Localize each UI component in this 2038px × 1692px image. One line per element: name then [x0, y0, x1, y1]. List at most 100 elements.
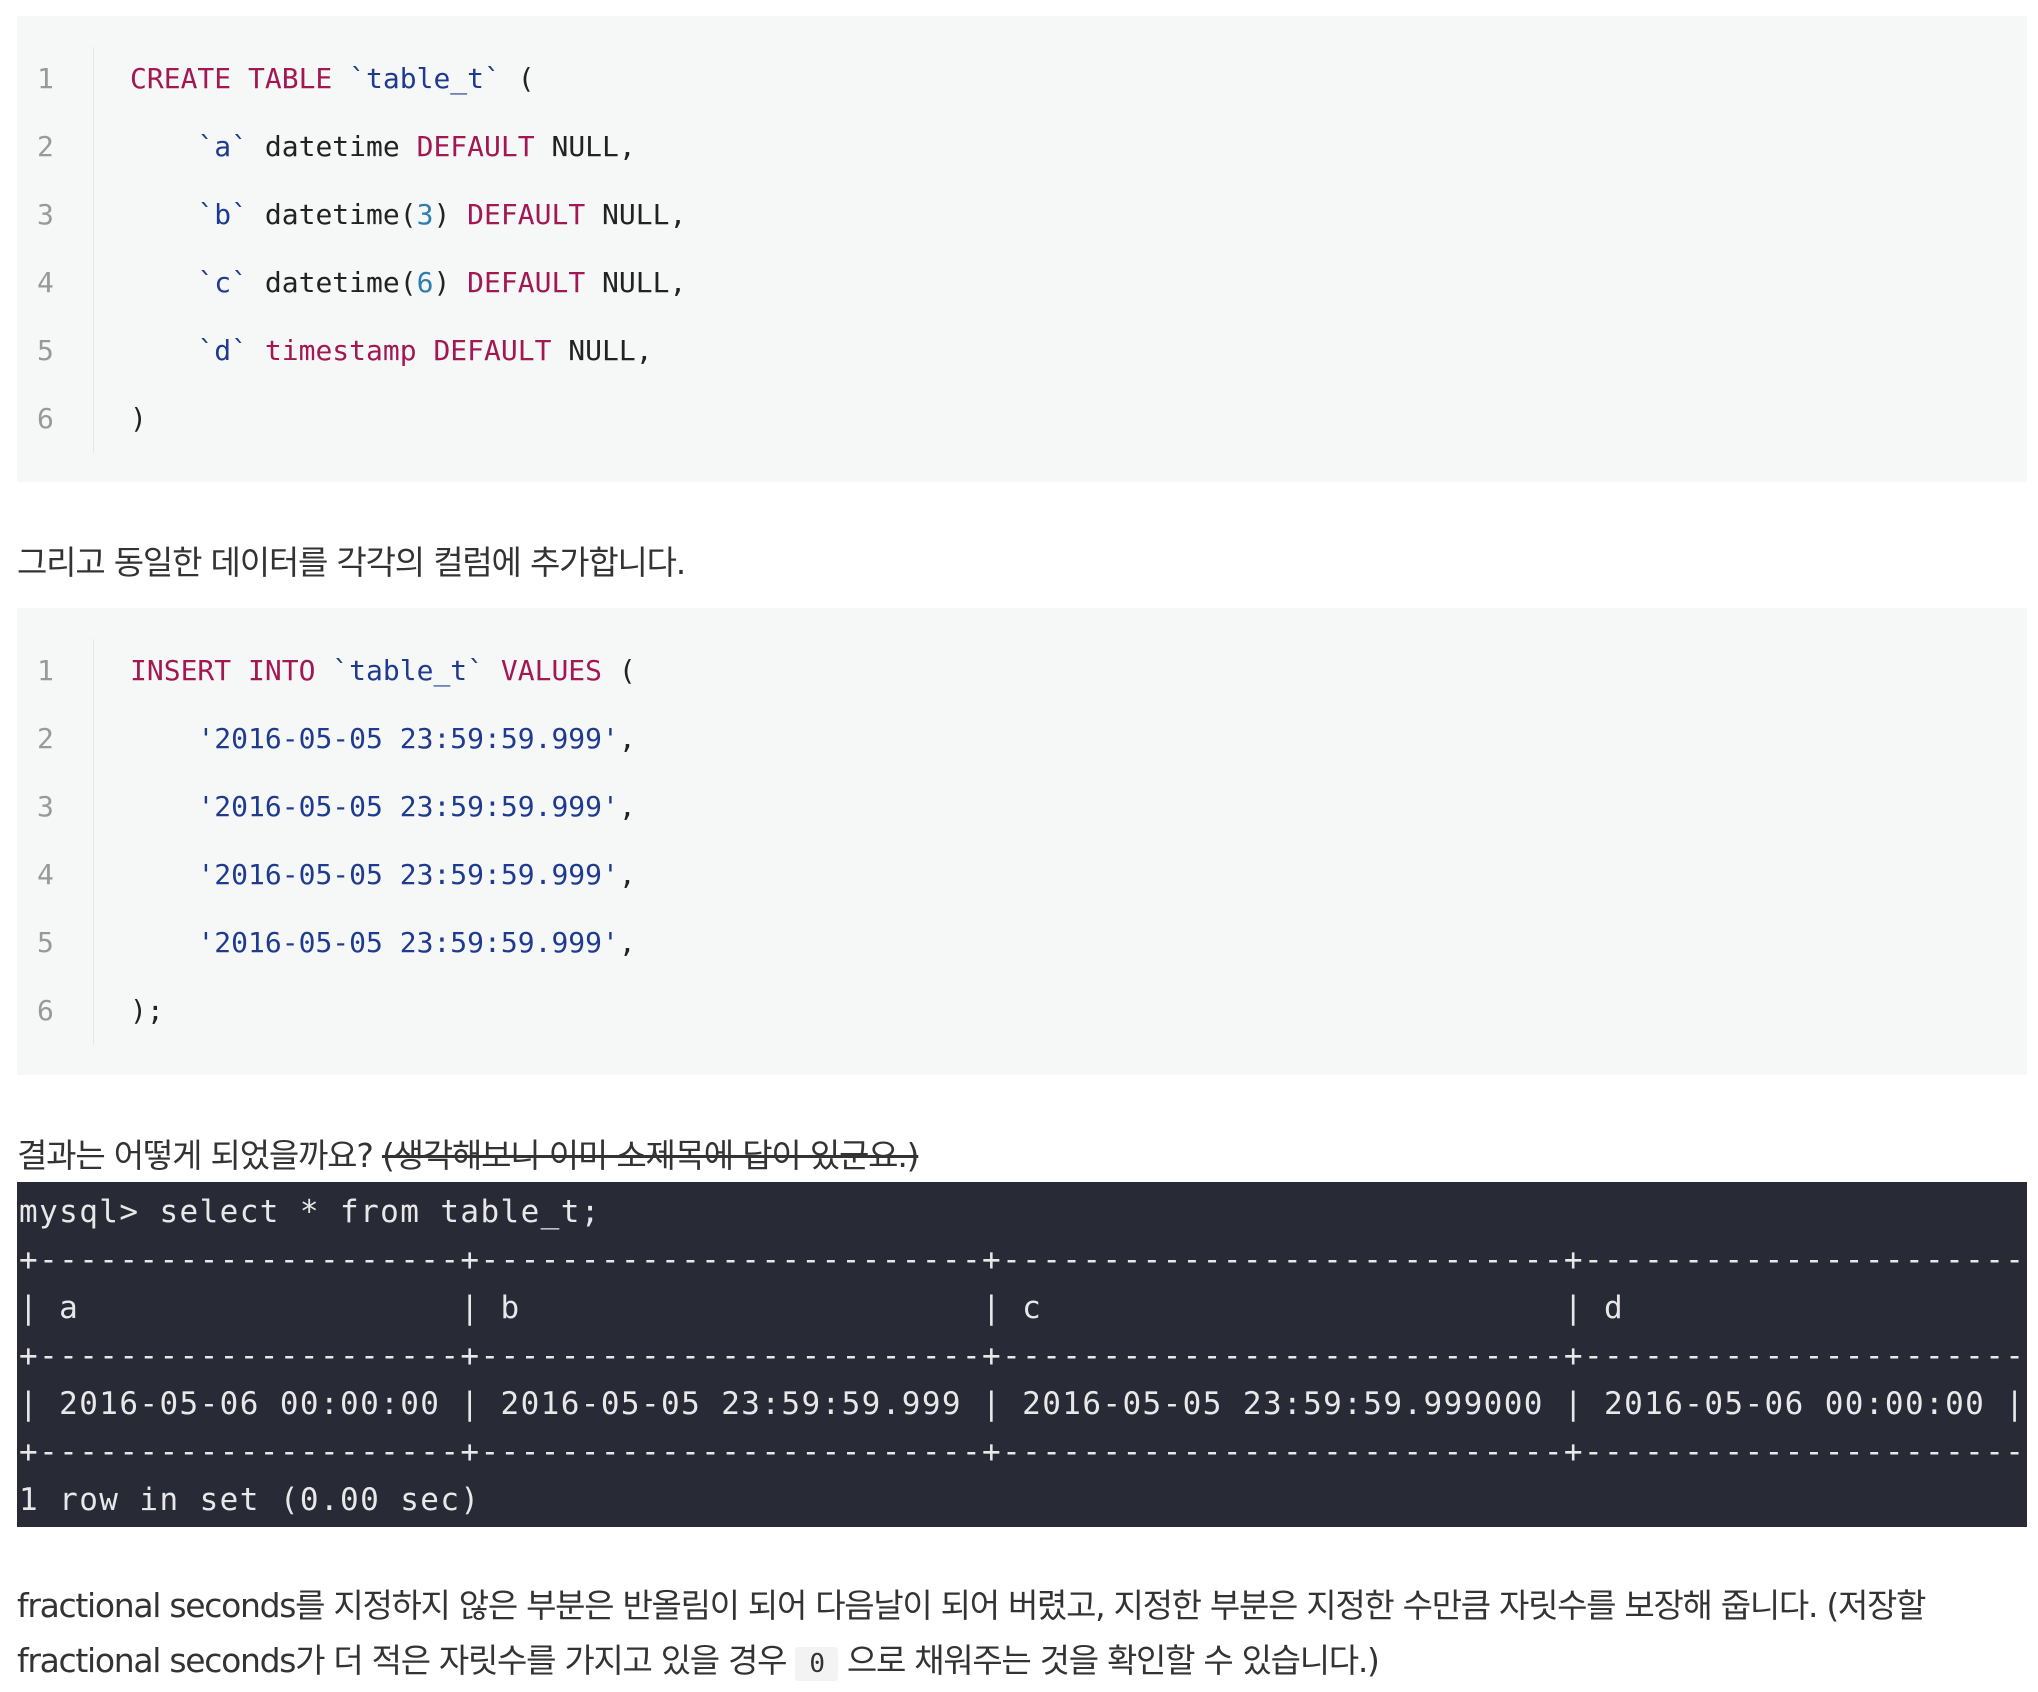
code-block-insert: 1 INSERT INTO `table_t` VALUES (2 '2016-0…: [17, 608, 2027, 1075]
terminal-output: mysql> select * from table_t; +---------…: [17, 1182, 2027, 1527]
code-token: ,: [618, 926, 636, 959]
paragraph-result-question: 결과는 어떻게 되었을까요? (생각해보니 이미 소제목에 답이 있군요.): [17, 1129, 920, 1177]
code-token: '2016-05-05 23:59:59.999': [197, 926, 619, 959]
explanation-text-after: 으로 채워주는 것을 확인할 수 있습니다.): [837, 1641, 1380, 1680]
code-token: `a`: [197, 130, 249, 163]
code-line: 6): [17, 385, 2027, 453]
code-token: NULL,: [585, 198, 687, 231]
code-token: timestamp DEFAULT: [264, 334, 552, 367]
code-line: 5 `d` timestamp DEFAULT NULL,: [17, 317, 2027, 385]
code-line: 3 `b` datetime(3) DEFAULT NULL,: [17, 181, 2027, 249]
paragraph-explanation-line-2: fractional seconds가 더 적은 자릿수를 가지고 있을 경우 …: [17, 1633, 2027, 1692]
code-line: 1 INSERT INTO `table_t` VALUES (: [17, 637, 2027, 705]
result-question-text: 결과는 어떻게 되었을까요?: [17, 1136, 382, 1175]
code-token: NULL,: [534, 130, 636, 163]
line-code: `b` datetime(3) DEFAULT NULL,: [130, 181, 686, 249]
line-code: '2016-05-05 23:59:59.999',: [130, 773, 636, 841]
code-token: ,: [618, 858, 636, 891]
line-code: INSERT INTO `table_t` VALUES (: [130, 637, 636, 705]
terminal-table-border: +---------------------+-----------------…: [19, 1242, 2027, 1278]
code-line: 2 '2016-05-05 23:59:59.999',: [17, 705, 2027, 773]
line-number: 5: [37, 334, 54, 367]
code-line: 1 CREATE TABLE `table_t` (: [17, 45, 2027, 113]
line-code: `d` timestamp DEFAULT NULL,: [130, 317, 653, 385]
code-token: DEFAULT: [416, 130, 535, 163]
code-token: (: [500, 62, 535, 95]
code-token: 6: [416, 266, 434, 299]
line-number: 2: [37, 130, 54, 163]
line-number: 3: [37, 198, 54, 231]
code-token: `table_t`: [332, 654, 485, 687]
code-line: 2 `a` datetime DEFAULT NULL,: [17, 113, 2027, 181]
code-token: ): [130, 402, 147, 435]
code-token: (: [602, 654, 636, 687]
terminal-table-border: +---------------------+-----------------…: [19, 1338, 2027, 1374]
code-token: '2016-05-05 23:59:59.999': [197, 790, 619, 823]
code-line: 4 `c` datetime(6) DEFAULT NULL,: [17, 249, 2027, 317]
paragraph-explanation-line-1: fractional seconds를 지정하지 않은 부분은 반올림이 되어 …: [17, 1586, 1926, 1625]
code-line: 5 '2016-05-05 23:59:59.999',: [17, 909, 2027, 977]
paragraph-insert-intro: 그리고 동일한 데이터를 각각의 컬럼에 추가합니다.: [17, 543, 686, 582]
line-code: `a` datetime DEFAULT NULL,: [130, 113, 636, 181]
code-token: DEFAULT: [467, 266, 586, 299]
code-token: datetime: [248, 130, 417, 163]
code-token: VALUES: [500, 654, 603, 687]
line-number: 5: [37, 926, 54, 959]
terminal-status-line: 1 row in set (0.00 sec): [19, 1482, 481, 1518]
line-code: );: [130, 977, 164, 1045]
line-code: ): [130, 385, 147, 453]
code-token: 3: [416, 198, 434, 231]
terminal-table-row: | 2016-05-06 00:00:00 | 2016-05-05 23:59…: [19, 1386, 2026, 1422]
line-number: 4: [37, 858, 54, 891]
terminal-table-border: +---------------------+-----------------…: [19, 1434, 2027, 1470]
terminal-command-line: mysql> select * from table_t;: [19, 1194, 601, 1230]
code-token: `b`: [197, 198, 249, 231]
code-token: ): [433, 266, 468, 299]
terminal-table-header: | a | b | c | d |: [19, 1290, 2027, 1326]
line-number: 2: [37, 722, 54, 755]
code-token: DEFAULT: [467, 198, 586, 231]
code-line: 4 '2016-05-05 23:59:59.999',: [17, 841, 2027, 909]
line-number: 6: [37, 402, 54, 435]
line-number: 4: [37, 266, 54, 299]
code-token: `table_t`: [349, 62, 501, 95]
explanation-text-before: fractional seconds가 더 적은 자릿수를 가지고 있을 경우: [17, 1641, 796, 1680]
line-code: '2016-05-05 23:59:59.999',: [130, 841, 636, 909]
code-line: 3 '2016-05-05 23:59:59.999',: [17, 773, 2027, 841]
line-number: 6: [37, 994, 54, 1027]
line-number: 1: [37, 654, 54, 687]
line-number: 1: [37, 62, 54, 95]
inline-code-zero: 0: [795, 1647, 838, 1681]
strikethrough-aside: (생각해보니 이미 소제목에 답이 있군요.): [381, 1136, 920, 1175]
code-token: NULL,: [551, 334, 653, 367]
code-token: );: [130, 994, 164, 1027]
code-line: 6);: [17, 977, 2027, 1045]
line-code: '2016-05-05 23:59:59.999',: [130, 705, 636, 773]
code-token: NULL,: [585, 266, 687, 299]
code-token: INSERT INTO: [130, 654, 333, 687]
code-token: CREATE TABLE: [130, 62, 350, 95]
code-block-create-table: 1 CREATE TABLE `table_t` (2 `a` datetime …: [17, 16, 2027, 482]
code-token: ,: [618, 722, 636, 755]
code-token: datetime(: [248, 266, 417, 299]
line-number: 3: [37, 790, 54, 823]
line-code: CREATE TABLE `table_t` (: [130, 45, 535, 113]
line-code: '2016-05-05 23:59:59.999',: [130, 909, 636, 977]
code-token: '2016-05-05 23:59:59.999': [197, 858, 619, 891]
code-token: `d`: [197, 334, 249, 367]
code-token: '2016-05-05 23:59:59.999': [197, 722, 619, 755]
code-token: `c`: [197, 266, 249, 299]
code-token: ,: [618, 790, 636, 823]
line-code: `c` datetime(6) DEFAULT NULL,: [130, 249, 686, 317]
code-token: datetime(: [248, 198, 417, 231]
